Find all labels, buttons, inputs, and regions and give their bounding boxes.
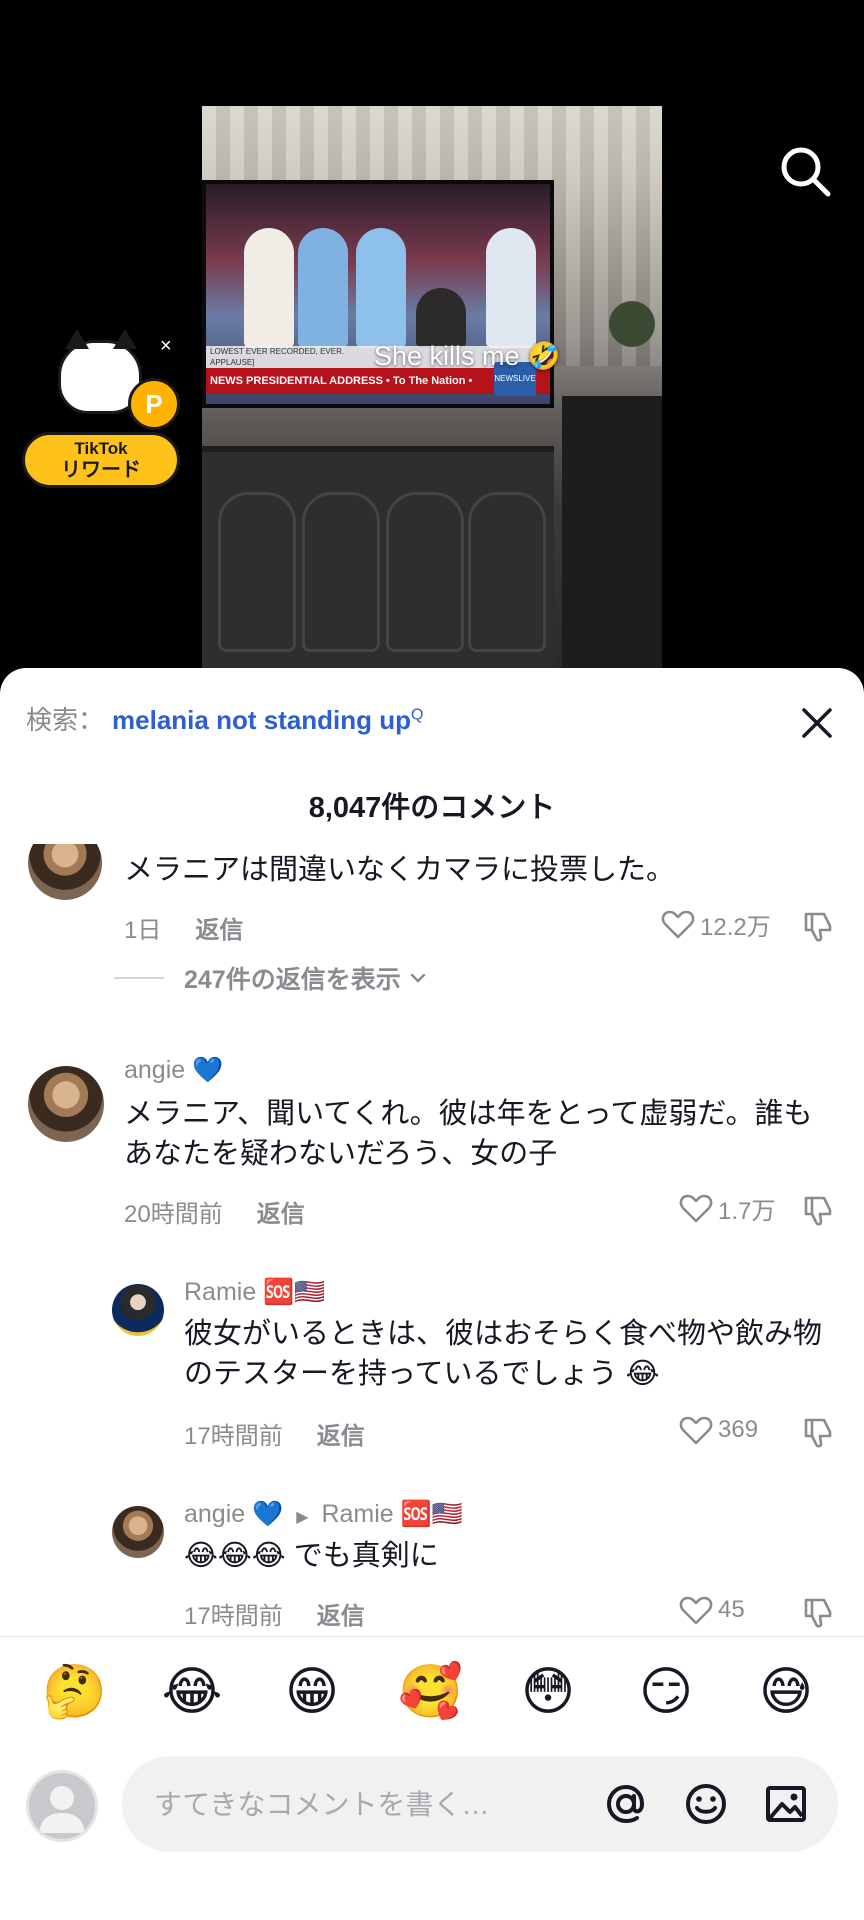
comment-input[interactable]: [152, 1780, 586, 1830]
reply-target: Ramie 🆘🇺🇸: [321, 1500, 463, 1528]
emoji-smiling-hearts[interactable]: 🥰: [398, 1660, 463, 1724]
composer-divider: [0, 1636, 864, 1637]
comment-count-title: 8,047件のコメント: [308, 792, 556, 824]
plant: [602, 276, 662, 356]
rewards-label-line1: TikTok: [74, 439, 128, 458]
view-replies-button[interactable]: 247件の返信を表示: [114, 960, 429, 996]
like-button[interactable]: 12.2万: [660, 906, 771, 942]
video-frame: LOWEST EVER RECORDED, EVER. APPLAUSE] NE…: [202, 106, 662, 680]
emoji-flushed[interactable]: 😳: [516, 1660, 580, 1724]
reply-button[interactable]: 返信: [317, 1603, 365, 1630]
tv-screen: LOWEST EVER RECORDED, EVER. APPLAUSE] NE…: [202, 180, 554, 408]
dislike-icon[interactable]: [800, 908, 836, 944]
like-count: 12.2万: [700, 913, 771, 941]
self-avatar[interactable]: [26, 1770, 98, 1842]
avatar[interactable]: [28, 1066, 104, 1142]
default-user-icon: [39, 1786, 85, 1833]
like-count: 369: [718, 1416, 759, 1443]
comment-time: 17時間前: [184, 1603, 283, 1630]
rewards-badge[interactable]: TikTok リワード: [22, 432, 180, 488]
reply-button[interactable]: 返信: [257, 1201, 305, 1228]
search-sup-icon: Q: [411, 706, 424, 724]
dislike-icon[interactable]: [800, 1414, 836, 1450]
comment-meta: 1日 返信: [124, 910, 243, 945]
comment-time: 17時間前: [184, 1423, 283, 1450]
close-icon[interactable]: [796, 702, 838, 744]
heart-icon: [679, 1416, 713, 1445]
emoji-sweat-smile[interactable]: 😅: [754, 1660, 818, 1724]
comment-text: メラニア、聞いてくれ。彼は年をとって虚弱だ。誰もあなたを疑わないだろう、女の子: [124, 1098, 813, 1170]
search-query-link[interactable]: melania not standing up: [112, 705, 411, 735]
rewards-close-button[interactable]: ×: [160, 336, 172, 356]
chevron-down-icon: [410, 973, 425, 983]
comment-username[interactable]: Ramie 🆘🇺🇸: [184, 1278, 325, 1307]
dislike-icon[interactable]: [800, 1594, 836, 1630]
comment-input-pill[interactable]: [122, 1756, 838, 1852]
emoji-grin[interactable]: 😁: [280, 1660, 344, 1724]
heart-icon: [679, 1194, 713, 1223]
heart-icon: [661, 910, 695, 939]
reply-button[interactable]: 返信: [317, 1423, 365, 1450]
like-button[interactable]: 369: [678, 1412, 758, 1448]
reply-author: angie 💙: [184, 1500, 284, 1528]
comment-username[interactable]: angie 💙: [124, 1056, 223, 1085]
search-icon[interactable]: [778, 144, 834, 200]
reply-button[interactable]: 返信: [195, 917, 243, 944]
divider-line: [114, 977, 164, 979]
comment-text: 彼女がいるときは、彼はおそらく食べ物や飲み物のテスターを持っているでしょう 😂: [184, 1318, 823, 1390]
emoji-smirk[interactable]: 😏: [634, 1660, 698, 1724]
like-count: 45: [718, 1596, 745, 1623]
avatar[interactable]: [112, 1506, 164, 1558]
comment-meta: 17時間前 返信: [184, 1596, 365, 1631]
coin-icon: P: [128, 378, 180, 430]
mention-icon[interactable]: [602, 1780, 650, 1828]
like-button[interactable]: 45: [678, 1592, 745, 1628]
video-caption: She kills me 🤣: [374, 341, 561, 371]
avatar[interactable]: [112, 1284, 164, 1336]
comment-text: 😂😂😂 でも真剣に: [184, 1540, 439, 1572]
comment-text: メラニアは間違いなくカマラに投票した。: [124, 854, 676, 886]
like-count: 1.7万: [718, 1197, 776, 1225]
comment-username[interactable]: angie 💙 ▶ Ramie 🆘🇺🇸: [184, 1500, 463, 1529]
comment-meta: 20時間前 返信: [124, 1194, 305, 1229]
comment-composer: [0, 1756, 864, 1856]
search-prefix: 検索：: [26, 705, 105, 735]
comment-meta: 17時間前 返信: [184, 1416, 365, 1451]
comment-time: 1日: [124, 917, 162, 944]
emoji-picker-icon[interactable]: [682, 1780, 730, 1828]
emoji-thinking[interactable]: 🤔: [42, 1660, 107, 1724]
heart-icon: [679, 1596, 713, 1625]
rewards-label-line2: リワード: [61, 459, 141, 481]
emoji-tears-of-joy[interactable]: 😂: [160, 1660, 224, 1724]
comments-list[interactable]: メラニアは間違いなくカマラに投票した。 1日 返信 12.2万 247件の返信を表…: [0, 844, 864, 1636]
related-search[interactable]: 検索： melania not standing upQ: [26, 700, 423, 737]
like-button[interactable]: 1.7万: [678, 1190, 775, 1226]
side-shelf: [562, 396, 662, 680]
avatar[interactable]: [28, 844, 102, 900]
emoji-quick-bar: 🤔 😂 😁 🥰 😳 😏 😅: [0, 1660, 864, 1730]
comment-time: 20時間前: [124, 1201, 223, 1228]
cabinet: [202, 446, 554, 680]
dislike-icon[interactable]: [800, 1192, 836, 1228]
reply-arrow-icon: ▶: [296, 1509, 309, 1526]
view-replies-label: 247件の返信を表示: [184, 966, 401, 994]
image-attach-icon[interactable]: [762, 1780, 810, 1828]
